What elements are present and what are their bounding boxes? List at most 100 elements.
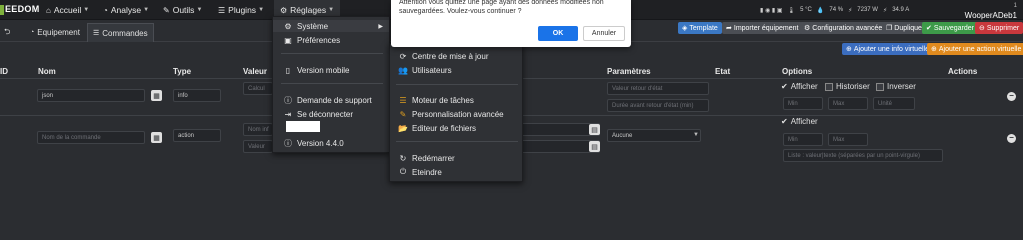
nav-analyse[interactable]: ◔ Analyse ▼ xyxy=(103,0,149,20)
status-humidity: 74 % xyxy=(829,7,844,13)
nav-plugins[interactable]: ☰ Plugins ▼ xyxy=(218,0,264,20)
status-bar: ▮ ◉ ▮ ▣ 🌡 5 °C 💧 74 % ⚡ 7237 W ⚡ 34.9 A xyxy=(760,0,914,20)
save-button[interactable]: ✔ Sauvegarder xyxy=(922,22,978,34)
column-header-options: Options xyxy=(782,67,813,76)
tachometer-icon: ◔ xyxy=(30,29,35,36)
menu-item-task-engine[interactable]: ☰ Moteur de tâches xyxy=(390,94,473,106)
list-icon: ☰ xyxy=(93,30,100,37)
cancel-button[interactable]: Annuler xyxy=(583,26,625,41)
list-picker-button[interactable]: ▤ xyxy=(589,124,600,135)
command-name-input[interactable]: Nom de la commande xyxy=(37,131,145,144)
menu-item-label: Eteindre xyxy=(412,167,442,177)
users-icon: 👥 xyxy=(398,65,408,75)
checkbox-label: Inverser xyxy=(887,82,916,91)
chevron-down-icon: ▼ xyxy=(258,7,265,13)
show-checkbox[interactable]: ✔ Afficher xyxy=(781,82,818,91)
redacted-block xyxy=(286,121,320,132)
icon-picker-button[interactable]: ▦ xyxy=(151,132,162,143)
nav-label: Plugins xyxy=(228,5,257,15)
import-equipment-button[interactable]: ➦ Importer équipement xyxy=(722,22,803,34)
add-action-button[interactable]: ⊕ Ajouter une action virtuelle xyxy=(927,43,1023,55)
return-state-delay-input[interactable]: Durée avant retour d'état (min) xyxy=(607,99,709,112)
list-values-input[interactable]: Liste : valeur|texte (séparées par un po… xyxy=(783,149,943,162)
power-off-icon: ⏻ xyxy=(399,167,407,176)
delete-button[interactable]: ⊖ Supprimer xyxy=(975,22,1023,34)
info-circle-icon: ⓘ xyxy=(284,138,292,148)
back-button[interactable]: ⮌ xyxy=(4,26,10,40)
return-state-value-input[interactable]: Valeur retour d'état xyxy=(607,82,709,95)
icon-picker-button[interactable]: ▦ xyxy=(151,90,162,101)
remove-row-button[interactable]: − xyxy=(1007,92,1016,101)
min-input[interactable]: Min xyxy=(783,133,823,146)
menu-item-systeme[interactable]: ⚙ Système ▶ xyxy=(273,20,389,32)
ok-button[interactable]: OK xyxy=(538,26,578,41)
add-info-button[interactable]: ⊕ Ajouter une info virtuelle xyxy=(842,43,933,55)
nav-label: Outils xyxy=(172,5,195,15)
mobile-icon: ▯ xyxy=(285,65,291,75)
value-input[interactable]: Valeur xyxy=(243,140,273,153)
grid-icon: ▦ xyxy=(153,92,160,100)
menu-item-mobile[interactable]: ▯ Version mobile xyxy=(273,64,350,76)
status-temp: 5 °C xyxy=(800,7,812,13)
chevron-down-icon: ▼ xyxy=(196,7,203,13)
invert-checkbox[interactable]: Inverser xyxy=(876,82,916,91)
info-circle-icon: ⓘ xyxy=(284,95,292,105)
wrench-icon: ✎ xyxy=(163,5,170,15)
max-input[interactable]: Max xyxy=(828,133,868,146)
column-header-type: Type xyxy=(173,67,192,76)
button-label: Dupliquer xyxy=(894,24,925,32)
cogs-icon: ⚙ xyxy=(280,5,288,15)
check-icon: ✔ xyxy=(781,82,788,91)
menu-item-logout[interactable]: ⇥ Se déconnecter xyxy=(273,108,353,120)
show-checkbox[interactable]: ✔ Afficher xyxy=(781,117,818,126)
template-button[interactable]: ◈ Template xyxy=(678,22,722,34)
tab-commandes[interactable]: ☰ Commandes xyxy=(87,23,154,42)
menu-item-file-editor[interactable]: 📂 Editeur de fichiers xyxy=(390,122,476,134)
value-field-1[interactable] xyxy=(520,123,600,136)
nav-outils[interactable]: ✎ Outils ▼ xyxy=(163,0,202,20)
status-icons: ▮ ◉ ▮ ▣ xyxy=(760,7,783,14)
min-input[interactable]: Min xyxy=(783,97,823,110)
historize-checkbox[interactable]: Historiser xyxy=(825,82,870,91)
chevron-down-icon: ▼ xyxy=(143,7,150,13)
menu-item-update-center[interactable]: ⟳ Centre de mise à jour xyxy=(390,50,489,62)
list-picker-button[interactable]: ▤ xyxy=(589,141,600,152)
sign-out-icon: ⇥ xyxy=(284,109,292,119)
menu-item-support[interactable]: ⓘ Demande de support xyxy=(273,94,372,106)
tab-equipement[interactable]: ◔ Equipement xyxy=(25,23,85,42)
command-name-input[interactable]: json xyxy=(37,89,145,102)
checkbox-label: Historiser xyxy=(836,82,870,91)
menu-item-preferences[interactable]: ▣ Préférences xyxy=(273,34,340,46)
user-name: WooperADeb1 xyxy=(964,11,1017,20)
action-select[interactable]: Aucune xyxy=(607,129,701,142)
menu-item-users[interactable]: 👥 Utilisateurs xyxy=(390,64,452,76)
calc-input[interactable]: Calcul xyxy=(243,82,273,95)
user-menu[interactable]: 1 WooperADeb1 xyxy=(965,2,1017,20)
command-type-input[interactable]: action xyxy=(173,129,221,142)
tasks-icon: ☰ xyxy=(218,5,226,15)
nav-accueil[interactable]: ⌂ Accueil ▼ xyxy=(46,0,89,20)
thermometer-icon: 🌡 xyxy=(787,7,796,14)
status-current: 34.9 A xyxy=(892,7,910,13)
button-label: Importer équipement xyxy=(733,24,799,32)
menu-item-customization[interactable]: ✎ Personnalisation avancée xyxy=(390,108,504,120)
logo[interactable]: EEDOM xyxy=(0,4,40,15)
menu-item-label: Préférences xyxy=(297,35,341,45)
command-type-input[interactable]: info xyxy=(173,89,221,102)
menu-item-label: Centre de mise à jour xyxy=(412,51,489,61)
info-name-input[interactable]: Nom inf xyxy=(243,123,273,136)
menu-item-label: Se déconnecter xyxy=(297,109,354,119)
chevron-right-icon: ▶ xyxy=(378,23,383,30)
advanced-config-button[interactable]: ⚙ Configuration avancée xyxy=(800,22,887,34)
max-input[interactable]: Max xyxy=(828,97,868,110)
menu-item-label: Editeur de fichiers xyxy=(412,123,477,133)
menu-divider xyxy=(281,83,383,84)
cube-icon: ◈ xyxy=(682,25,688,32)
menu-item-shutdown[interactable]: ⏻ Eteindre xyxy=(390,166,442,178)
menu-item-restart[interactable]: ↻ Redémarrer xyxy=(390,152,455,164)
button-label: Sauvegarder xyxy=(933,24,974,32)
unit-input[interactable]: Unité xyxy=(873,97,915,110)
value-field-2[interactable] xyxy=(520,140,600,153)
remove-row-button[interactable]: − xyxy=(1007,134,1016,143)
menu-divider xyxy=(396,141,518,142)
